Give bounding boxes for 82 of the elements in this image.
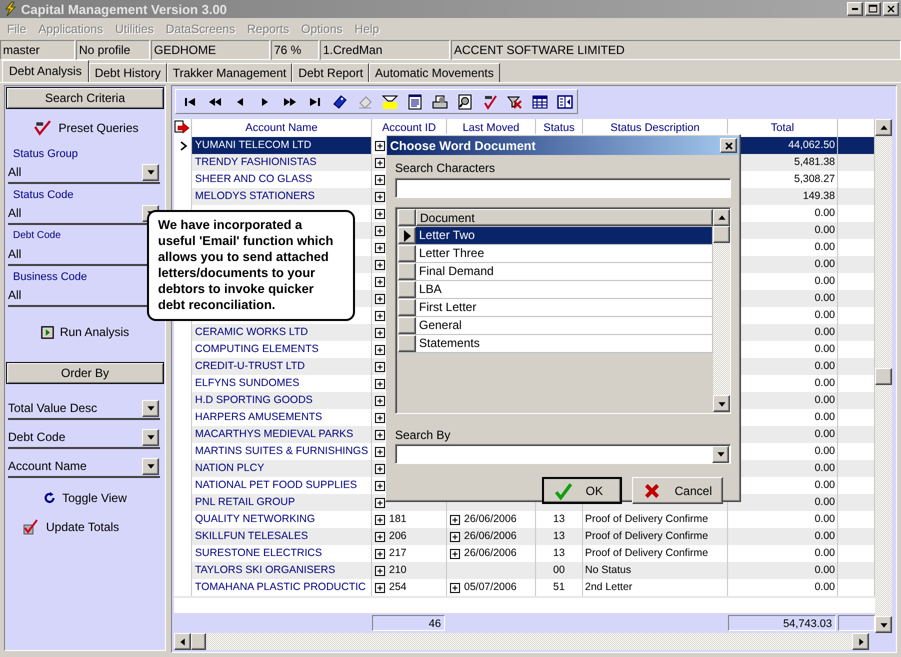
total-cell-text: 0.00 xyxy=(814,291,835,306)
account-name-cell-text: CERAMIC WORKS LTD xyxy=(195,325,308,340)
status-cell-text: 13 xyxy=(553,546,565,561)
total-cell-text: 0.00 xyxy=(814,444,835,459)
total-cell-text: 0.00 xyxy=(814,325,835,340)
account-name-cell-text: TRENDY FASHIONISTAS xyxy=(195,155,317,170)
account-id-cell-text: 217 xyxy=(389,546,407,561)
status-field: ACCENT SOFTWARE LIMITED xyxy=(451,40,901,60)
last-moved-cell-text: 26/06/2006 xyxy=(464,529,517,544)
total-cell-text: 0.00 xyxy=(814,529,835,544)
account-name-cell-text: SURESTONE ELECTRICS xyxy=(195,546,322,561)
account-name-cell-text: SHEER AND CO GLASS xyxy=(195,172,312,187)
account-name-cell-text: PNL RETAIL GROUP xyxy=(195,495,295,510)
account-name-cell-text: HARPERS AMUSEMENTS xyxy=(195,410,322,425)
total-cell-text: 5,481.38 xyxy=(794,155,835,170)
field-label: Search Characters xyxy=(395,161,496,175)
account-name-cell-text: QUALITY NETWORKING xyxy=(195,512,315,527)
status-description-cell-text: No Status xyxy=(585,563,632,578)
total-cell-text: 0.00 xyxy=(814,223,835,238)
total-cell-text: 0.00 xyxy=(814,342,835,357)
last-moved-cell-text: 26/06/2006 xyxy=(464,512,517,527)
status-cell-text: 13 xyxy=(553,512,565,527)
status-description-cell-text: Proof of Delivery Confirme xyxy=(585,546,708,561)
total-cell-text: 0.00 xyxy=(814,563,835,578)
total-cell-text: 0.00 xyxy=(814,257,835,272)
status-cell-text: 51 xyxy=(553,580,565,595)
total-cell-text: 0.00 xyxy=(814,308,835,323)
total-cell-text: 0.00 xyxy=(814,240,835,255)
total-cell-text: 44,062.50 xyxy=(788,138,835,153)
total-cell-text: 149.38 xyxy=(802,189,835,204)
account-name-cell-text: MARTINS SUITES & FURNISHINGS xyxy=(195,444,368,459)
total-cell-text: 0.00 xyxy=(814,393,835,408)
filter-label: Status Group xyxy=(12,147,79,162)
account-name-cell-text: TAYLORS SKI ORGANISERS xyxy=(195,563,336,578)
total-cell-text: 0.00 xyxy=(814,274,835,289)
status-field: 76 % xyxy=(271,40,319,60)
total-cell-text: 0.00 xyxy=(814,495,835,510)
total-cell-text: 0.00 xyxy=(814,580,835,595)
total-cell-text: 0.00 xyxy=(814,461,835,476)
account-name-cell-text: CREDIT-U-TRUST LTD xyxy=(195,359,305,374)
status-field: GEDHOME xyxy=(151,40,270,60)
account-id-cell-text: 254 xyxy=(389,580,407,595)
account-name-cell-text: MELODYS STATIONERS xyxy=(195,189,315,204)
status-description-cell-text: Proof of Delivery Confirme xyxy=(585,512,708,527)
update-totals-label: Update Totals xyxy=(46,520,120,534)
total-cell-text: 0.00 xyxy=(814,206,835,221)
total-cell-text: 0.00 xyxy=(814,512,835,527)
record-count-field: 46 xyxy=(372,615,445,631)
status-cell-text: 00 xyxy=(553,563,565,578)
last-moved-cell-text: 26/06/2006 xyxy=(464,546,517,561)
total-cell-text: 0.00 xyxy=(814,376,835,391)
account-name-cell-text: MACARTHYS MEDIEVAL PARKS xyxy=(195,427,354,442)
account-name-cell-text: H.D SPORTING GOODS xyxy=(195,393,313,408)
status-field: 1.CredMan xyxy=(320,40,450,60)
account-name-cell-text: TOMAHANA PLASTIC PRODUCTIC xyxy=(195,580,366,595)
last-moved-cell-text: 05/07/2006 xyxy=(464,580,517,595)
grand-total-field: 54,743.03 xyxy=(728,615,836,631)
status-description-cell-text: Proof of Delivery Confirme xyxy=(585,529,708,544)
status-field: No profile xyxy=(76,40,150,60)
window-title: Capital Management Version 3.00 xyxy=(21,2,228,16)
account-name-cell-text: COMPUTING ELEMENTS xyxy=(195,342,319,357)
filter-label: Status Code xyxy=(12,188,75,203)
total-cell-text: 0.00 xyxy=(814,546,835,561)
field-label: Search By xyxy=(395,428,452,442)
account-name-cell-text: SKILLFUN TELESALES xyxy=(195,529,308,544)
account-name-cell-text: ELFYNS SUNDOMES xyxy=(195,376,300,391)
total-cell-text: 0.00 xyxy=(814,478,835,493)
account-name-cell-text: NATION PLCY xyxy=(195,461,264,476)
total-cell-text: 0.00 xyxy=(814,359,835,374)
total-cell-text: 0.00 xyxy=(814,410,835,425)
callout-text: We have incorporated a useful 'Email' function which allows you to send attached letters/documents to your debtors to invoke quicker debt reconciliation. xyxy=(158,217,334,313)
account-id-cell-text: 210 xyxy=(389,563,407,578)
account-id-cell-text: 206 xyxy=(389,529,407,544)
dialog-title: Choose Word Document xyxy=(390,138,536,152)
account-id-cell-text: 181 xyxy=(389,512,407,527)
total-cell-text: 0.00 xyxy=(814,427,835,442)
status-cell-text: 13 xyxy=(553,529,565,544)
total-cell-text: 5,308.27 xyxy=(794,172,835,187)
status-field: master xyxy=(0,40,75,60)
status-description-cell-text: 2nd Letter xyxy=(585,580,632,595)
account-name-cell-text: NATIONAL PET FOOD SUPPLIES xyxy=(195,478,358,493)
account-name-cell-text: YUMANI TELECOM LTD xyxy=(195,138,312,153)
